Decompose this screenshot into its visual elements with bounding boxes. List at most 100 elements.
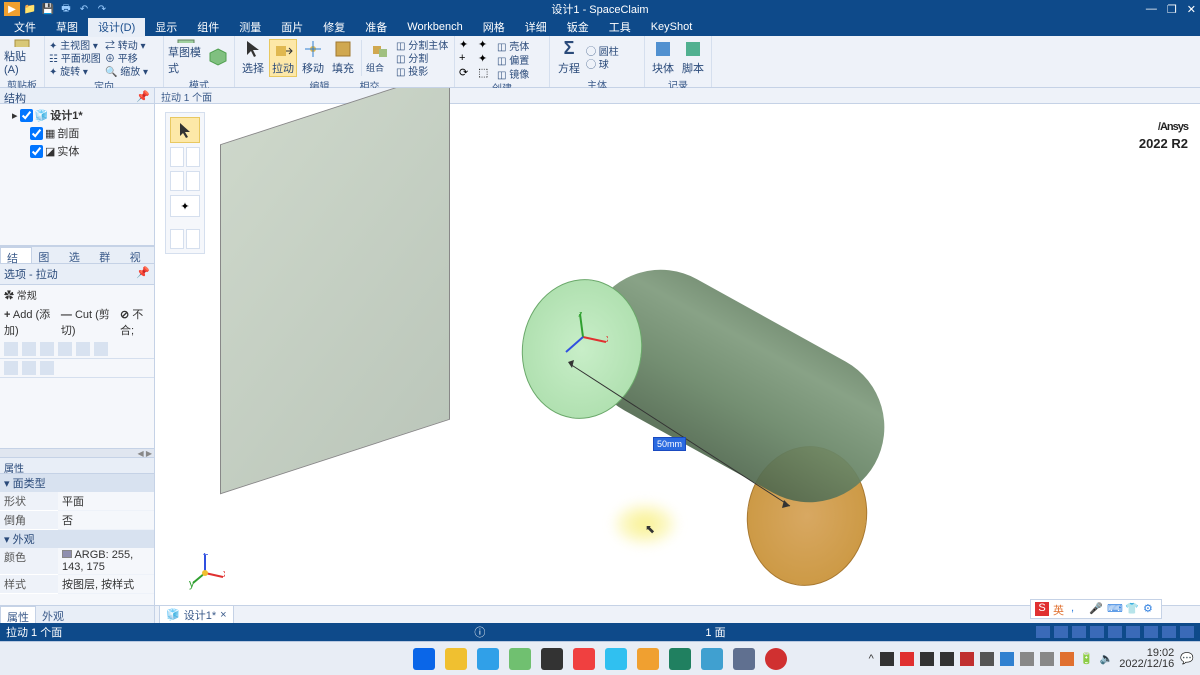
qat-undo-icon[interactable]: ↶ <box>76 2 92 16</box>
sb-icon-6[interactable] <box>1126 626 1140 638</box>
op-add[interactable]: + Add (添加) <box>4 306 53 338</box>
close-button[interactable]: ✕ <box>1187 3 1196 16</box>
shell-button[interactable]: ◫ 壳体 <box>497 38 545 51</box>
paste-button[interactable]: 粘贴 (A) <box>4 38 40 76</box>
qat-open-icon[interactable]: 📁 <box>22 2 38 16</box>
tree-item-section[interactable]: ▦ 剖面 <box>2 124 152 142</box>
ime-lang[interactable]: 英 <box>1053 602 1067 616</box>
menu-keyshot[interactable]: KeyShot <box>641 19 703 35</box>
ime-punct-icon[interactable]: , <box>1071 602 1085 616</box>
vt-tool-5[interactable] <box>186 171 200 191</box>
opt-tool-1[interactable] <box>4 342 18 356</box>
menu-file[interactable]: 文件 <box>4 17 46 37</box>
qat-redo-icon[interactable]: ↷ <box>94 2 110 16</box>
opt-tool-4[interactable] <box>58 342 72 356</box>
maximize-button[interactable]: ❐ <box>1167 3 1177 16</box>
tree-item-solid[interactable]: ◪ 实体 <box>2 142 152 160</box>
task-app8-icon[interactable] <box>637 648 659 670</box>
vt-tool-4[interactable] <box>170 171 184 191</box>
panel-scrollbar[interactable]: ◀ ▶ <box>0 448 154 458</box>
tab-structure[interactable]: 结构 <box>0 247 32 263</box>
props-section-facetype[interactable]: ▾ 面类型 <box>0 474 154 492</box>
create-icon-2[interactable]: ✦ <box>478 38 490 50</box>
equation-button[interactable]: Σ 方程 <box>554 38 584 76</box>
tray-icon-6[interactable] <box>980 652 994 666</box>
sketch-mode-button[interactable]: 草图模式 <box>168 38 204 76</box>
tab-selection[interactable]: 选择 <box>63 247 93 263</box>
menu-design[interactable]: 设计(D) <box>88 17 145 37</box>
tree-check-2[interactable] <box>30 145 43 158</box>
tree-root[interactable]: ▸ 🧊 设计1* <box>2 106 152 124</box>
ime-skin-icon[interactable]: 👕 <box>1125 602 1139 616</box>
task-app5-icon[interactable] <box>541 648 563 670</box>
vt-tool-2[interactable] <box>170 147 184 167</box>
opt-tool-3[interactable] <box>40 342 54 356</box>
menu-display[interactable]: 显示 <box>145 17 187 37</box>
minimize-button[interactable]: — <box>1146 3 1157 16</box>
sb-icon-8[interactable] <box>1162 626 1176 638</box>
vt-tool-6[interactable]: ✦ <box>170 195 200 217</box>
task-app7-icon[interactable] <box>605 648 627 670</box>
doc-tab-design1[interactable]: 🧊 设计1* × <box>159 605 234 624</box>
vt-select-icon[interactable] <box>170 117 200 143</box>
mirror-button[interactable]: ◫ 镜像 <box>497 66 545 79</box>
prop-v-shape[interactable]: 平面 <box>58 492 154 511</box>
zoom-button[interactable]: 🔍 缩放 ▾ <box>105 64 159 77</box>
sb-icon-9[interactable] <box>1180 626 1194 638</box>
vt-tool-8[interactable] <box>186 229 200 249</box>
task-edge-icon[interactable] <box>477 648 499 670</box>
block-button[interactable]: 块体 <box>649 38 677 76</box>
qat-run-icon[interactable]: ▶ <box>4 2 20 16</box>
opt-tool-7[interactable] <box>4 361 18 375</box>
sb-icon-2[interactable] <box>1054 626 1068 638</box>
tray-notifications-icon[interactable]: 💬 <box>1180 652 1194 665</box>
prop-v-style[interactable]: 按图层, 按样式 <box>58 575 154 594</box>
menu-sheetmetal[interactable]: 钣金 <box>557 17 599 37</box>
prop-v-color[interactable]: ARGB: 255, 143, 175 <box>58 548 154 575</box>
menu-sketch[interactable]: 草图 <box>46 17 88 37</box>
tab-properties[interactable]: 属性 <box>0 606 36 623</box>
tray-icon-9[interactable] <box>1040 652 1054 666</box>
tray-icon-7[interactable] <box>1000 652 1014 666</box>
ime-bar[interactable]: S 英 , 🎤 ⌨ 👕 ⚙ <box>1030 599 1162 619</box>
offset-button[interactable]: ◫ 偏置 <box>497 52 545 65</box>
menu-workbench[interactable]: Workbench <box>397 19 472 35</box>
tray-battery-icon[interactable]: 🔋 <box>1080 652 1094 665</box>
status-info-icon[interactable]: ⓘ <box>474 624 485 640</box>
menu-prepare[interactable]: 准备 <box>355 17 397 37</box>
taskbar-clock[interactable]: 19:02 2022/12/16 <box>1119 648 1174 670</box>
menu-facets[interactable]: 面片 <box>271 17 313 37</box>
create-icon-1[interactable]: ✦ <box>459 38 471 50</box>
tab-appearance[interactable]: 外观 <box>36 606 70 623</box>
task-start-icon[interactable] <box>413 648 435 670</box>
spin-button[interactable]: ✦ 旋转 ▾ <box>49 64 103 77</box>
op-nomerge[interactable]: ⊘ 不合; <box>120 306 150 338</box>
sb-icon-7[interactable] <box>1144 626 1158 638</box>
3d-mode-button[interactable] <box>206 38 230 76</box>
vt-tool-3[interactable] <box>186 147 200 167</box>
menu-mesh[interactable]: 网格 <box>473 17 515 37</box>
ime-keyboard-icon[interactable]: ⌨ <box>1107 602 1121 616</box>
ime-settings-icon[interactable]: ⚙ <box>1143 602 1157 616</box>
op-cut[interactable]: — Cut (剪切) <box>61 306 112 338</box>
menu-measure[interactable]: 测量 <box>229 17 271 37</box>
tray-icon-10[interactable] <box>1060 652 1074 666</box>
fill-button[interactable]: 填充 <box>329 39 357 77</box>
panel-pin-icon[interactable]: 📌 <box>136 90 150 101</box>
sb-icon-1[interactable] <box>1036 626 1050 638</box>
tray-icon-5[interactable] <box>960 652 974 666</box>
task-app9-icon[interactable] <box>669 648 691 670</box>
menu-detail[interactable]: 详细 <box>515 17 557 37</box>
create-icon-4[interactable]: + <box>459 52 471 64</box>
tab-groups[interactable]: 群组 <box>93 247 123 263</box>
task-record-icon[interactable] <box>765 648 787 670</box>
opt-tool-9[interactable] <box>40 361 54 375</box>
move-button[interactable]: 移动 <box>299 39 327 77</box>
opt-tool-6[interactable] <box>94 342 108 356</box>
task-explorer-icon[interactable] <box>445 648 467 670</box>
opt-tool-5[interactable] <box>76 342 90 356</box>
prop-v-chamfer[interactable]: 否 <box>58 511 154 530</box>
sphere-button[interactable]: ◯ 球 <box>586 57 640 70</box>
tree-root-checkbox[interactable] <box>20 109 33 122</box>
tray-icon-4[interactable] <box>940 652 954 666</box>
